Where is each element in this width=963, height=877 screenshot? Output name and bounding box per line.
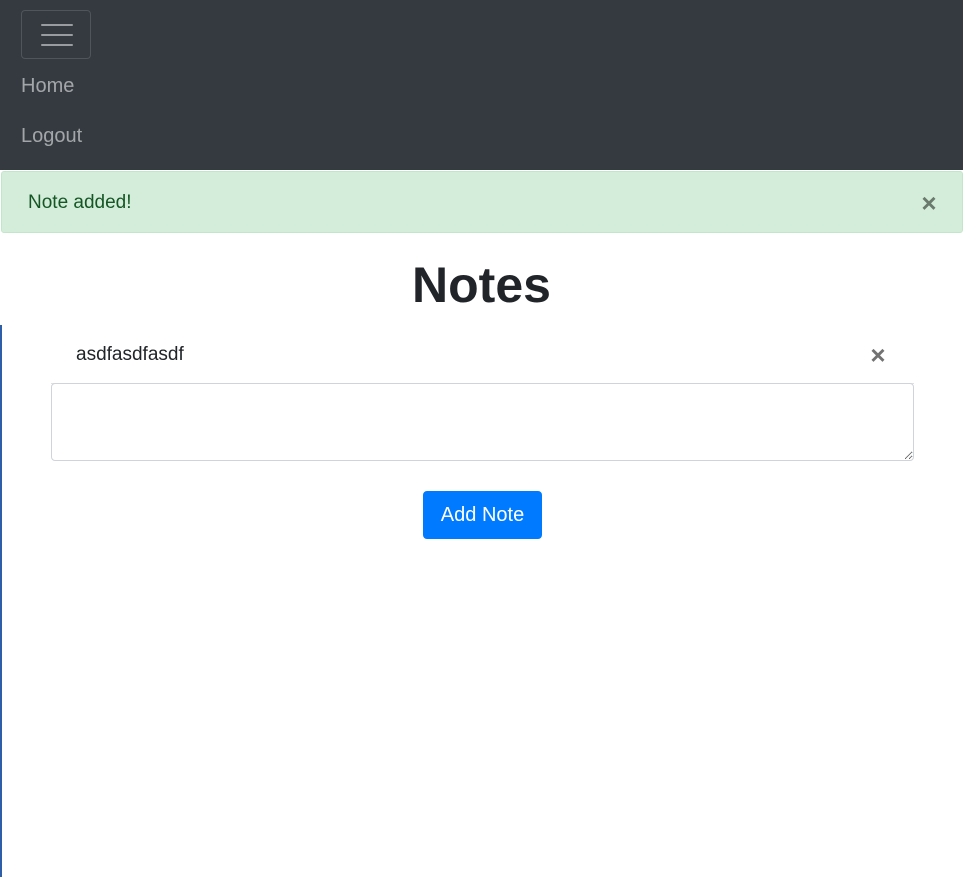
navbar-toggler-button[interactable] xyxy=(21,10,91,59)
navbar: Home Logout xyxy=(0,0,963,170)
left-edge-divider xyxy=(0,325,2,877)
alert-close-button[interactable]: × xyxy=(916,190,942,216)
alert-message: Note added! xyxy=(28,192,132,213)
note-list-item: asdfasdfasdf × xyxy=(51,331,914,384)
note-text: asdfasdfasdf xyxy=(76,344,184,365)
delete-note-button[interactable]: × xyxy=(865,342,891,368)
nav-link-home[interactable]: Home xyxy=(21,74,74,98)
add-note-button[interactable]: Add Note xyxy=(423,491,542,539)
page-title: Notes xyxy=(412,257,551,313)
success-alert: Note added! × xyxy=(1,171,963,233)
hamburger-menu-icon xyxy=(41,24,73,26)
nav-link-logout[interactable]: Logout xyxy=(21,124,82,148)
note-textarea[interactable] xyxy=(51,383,914,461)
